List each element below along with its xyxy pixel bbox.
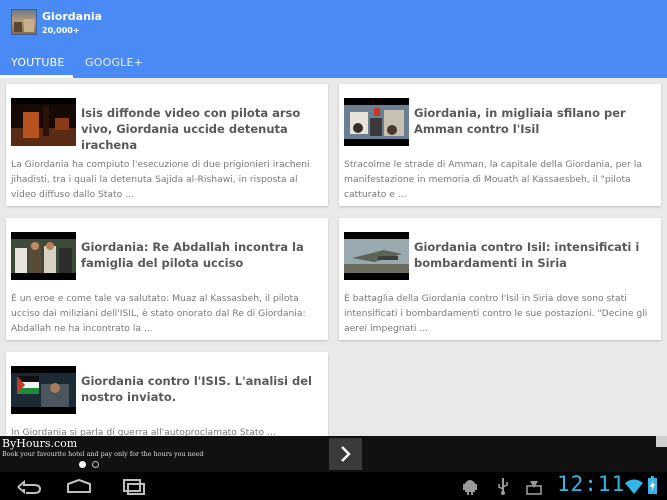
video-title[interactable]: Giordania contro l'ISIS. L'analisi del n… [81, 373, 321, 405]
ad-page-dot-active [79, 461, 86, 468]
home-icon[interactable] [64, 476, 94, 496]
tab-youtube[interactable]: YOUTUBE [11, 56, 65, 69]
battery-icon [648, 476, 657, 498]
video-card[interactable]: Giordania contro l'ISIS. L'analisi del n… [6, 352, 328, 442]
video-thumbnail[interactable] [344, 98, 409, 146]
app-logo-icon[interactable] [11, 9, 37, 35]
video-title[interactable]: Giordania, in migliaia sfilano per Amman… [414, 105, 654, 137]
system-navigation-bar: 12:11 [0, 472, 667, 500]
usb-icon [497, 477, 509, 499]
active-tab-indicator [0, 75, 73, 78]
ad-info-icon[interactable] [656, 436, 667, 447]
video-description: È un eroe e come tale va salutato: Muaz … [11, 293, 306, 334]
subscriber-count: 20,000+ [42, 26, 80, 35]
video-card[interactable]: Isis diffonde video con pilota arso vivo… [6, 84, 328, 206]
video-card[interactable]: Giordania: Re Abdallah incontra la famig… [6, 218, 328, 340]
chevron-right-icon [341, 446, 351, 462]
video-thumbnail[interactable] [11, 232, 76, 280]
ad-page-dot [92, 461, 99, 468]
video-card[interactable]: Giordania contro Isil: intensificati i b… [339, 218, 661, 340]
recent-apps-icon[interactable] [118, 476, 148, 496]
video-description: È battaglia della Giordania contro l'Isi… [344, 293, 648, 334]
system-clock: 12:11 [557, 472, 626, 496]
tab-google-plus[interactable]: GOOGLE+ [85, 56, 143, 69]
wifi-icon [625, 478, 643, 498]
video-thumbnail[interactable] [344, 232, 409, 280]
app-title: Giordania [42, 10, 103, 23]
video-card[interactable]: Giordania, in migliaia sfilano per Amman… [339, 84, 661, 206]
android-debug-icon [463, 477, 477, 499]
ad-next-button[interactable] [329, 438, 362, 470]
video-title[interactable]: Giordania: Re Abdallah incontra la famig… [81, 239, 321, 271]
ad-subtitle[interactable]: Book your favourite hotel and pay only f… [2, 450, 203, 458]
video-thumbnail[interactable] [11, 98, 76, 146]
ad-banner[interactable]: ByHours.com Book your favourite hotel an… [0, 436, 667, 472]
video-title[interactable]: Isis diffonde video con pilota arso vivo… [81, 105, 321, 153]
video-description: La Giordania ha compiuto l'esecuzione di… [11, 159, 310, 200]
video-title[interactable]: Giordania contro Isil: intensificati i b… [414, 239, 654, 271]
back-icon[interactable] [14, 476, 44, 496]
ad-title[interactable]: ByHours.com [2, 437, 77, 450]
app-bar: Giordania 20,000+ YOUTUBE GOOGLE+ [0, 0, 667, 78]
download-icon [526, 477, 542, 499]
video-thumbnail[interactable] [11, 366, 76, 414]
video-description: Stracolme le strade di Amman, la capital… [344, 159, 642, 200]
